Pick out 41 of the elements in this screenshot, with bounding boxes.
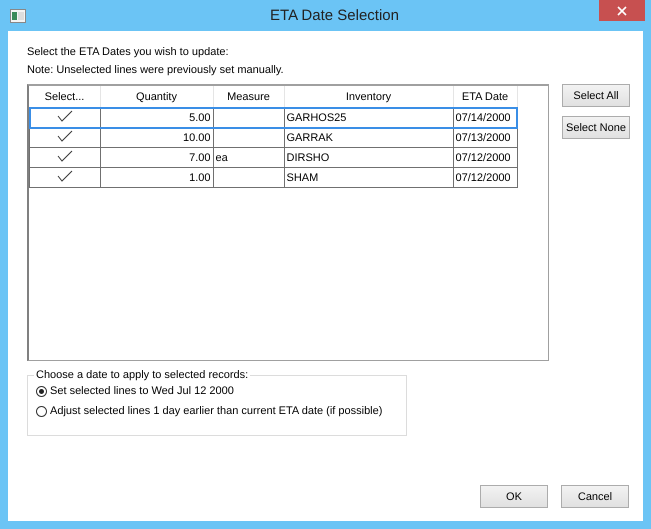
check-icon[interactable] — [56, 130, 73, 142]
check-icon[interactable] — [56, 110, 73, 122]
select-button[interactable]: Select None — [562, 116, 630, 139]
close-button[interactable] — [599, 0, 645, 21]
radio-button[interactable] — [36, 386, 47, 396]
column-header[interactable]: Measure — [213, 86, 284, 108]
table-cell: 07/13/2000 — [453, 128, 517, 148]
radio-label[interactable]: Adjust selected lines 1 day earlier than current ETA date (if possible) — [50, 405, 382, 417]
table-cell: 10.00 — [100, 128, 213, 148]
check-icon[interactable] — [56, 170, 73, 182]
table-cell: 07/12/2000 — [453, 168, 517, 188]
table-cell — [213, 168, 284, 188]
grid-row[interactable]: 1.00 SHAM 07/12/2000 — [30, 168, 517, 188]
dialog-button[interactable]: Cancel — [561, 485, 629, 508]
column-header[interactable]: Inventory — [284, 86, 453, 108]
grid-row[interactable]: 10.00 GARRAK 07/13/2000 — [30, 128, 517, 148]
table-cell: GARHOS25 — [284, 108, 453, 128]
radio-button[interactable] — [36, 406, 47, 416]
window-title: ETA Date Selection — [270, 7, 399, 24]
radio-label[interactable]: Set selected lines to Wed Jul 12 2000 — [50, 385, 234, 397]
table-cell: SHAM — [284, 168, 453, 188]
dialog-button[interactable]: OK — [480, 485, 548, 508]
table-cell: ea — [213, 148, 284, 168]
app-icon — [10, 8, 26, 22]
instruction-text: Select the ETA Dates you wish to update: — [27, 45, 230, 60]
group-title: Choose a date to apply to selected records: — [35, 369, 250, 381]
table-cell: GARRAK — [284, 128, 453, 148]
column-header[interactable]: Quantity — [100, 86, 213, 108]
column-header[interactable]: Select... — [30, 86, 100, 108]
select-button[interactable]: Select All — [562, 84, 630, 107]
close-icon — [617, 6, 627, 16]
check-icon[interactable] — [56, 150, 73, 162]
table-cell: 1.00 — [100, 168, 213, 188]
table-cell: 07/12/2000 — [453, 148, 517, 168]
table-cell: 7.00 — [100, 148, 213, 168]
table-cell: DIRSHO — [284, 148, 453, 168]
table-cell — [213, 128, 284, 148]
grid-row[interactable]: 5.00 GARHOS25 07/14/2000 — [30, 108, 517, 128]
column-header[interactable]: ETA Date — [453, 86, 517, 108]
grid-row[interactable]: 7.00 ea DIRSHO 07/12/2000 — [30, 148, 517, 168]
instruction-text: Note: Unselected lines were previously set manually. — [27, 63, 285, 78]
